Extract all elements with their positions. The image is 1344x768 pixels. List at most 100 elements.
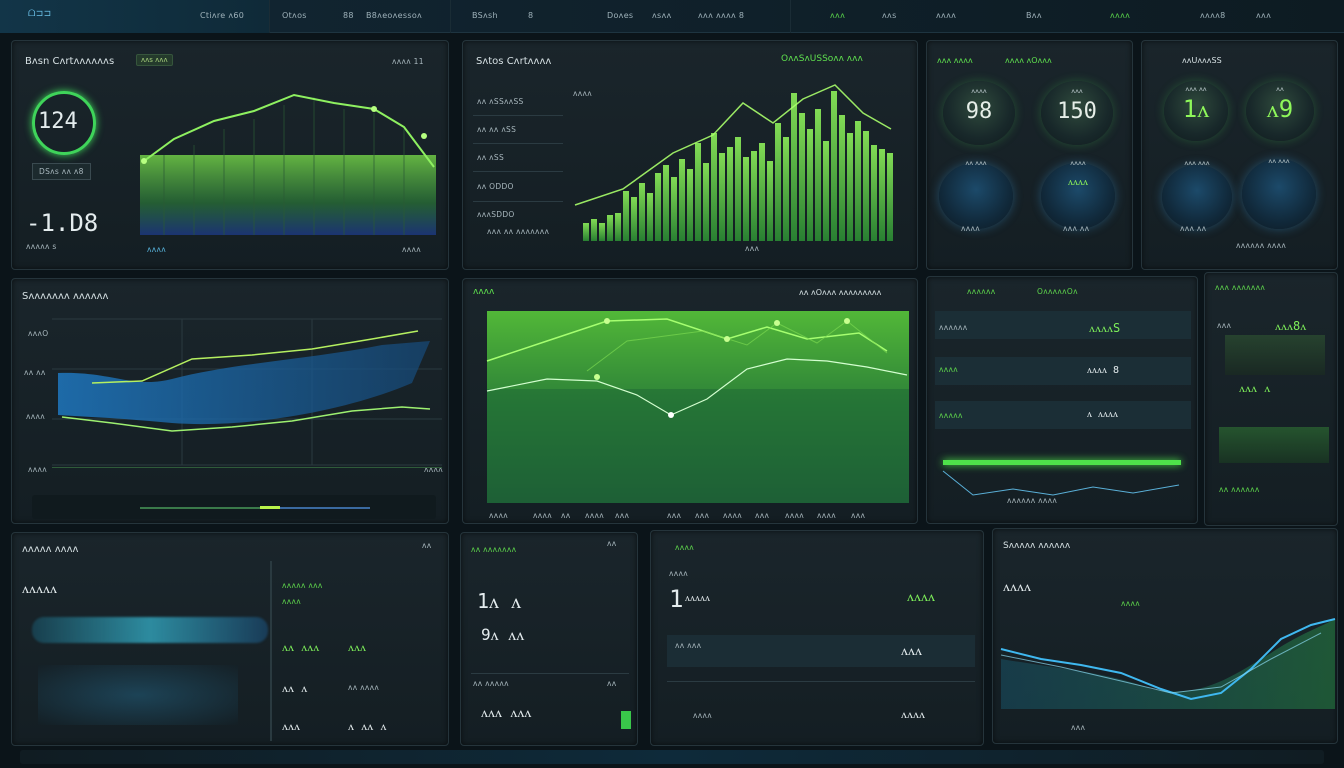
gauge-label: ᴧᴧᴧ	[1071, 87, 1083, 95]
table-row[interactable]	[935, 311, 1191, 339]
row-label: ᴧᴧᴧᴧᴧ	[939, 411, 963, 420]
row-label: ᴧᴧᴧᴧᴧᴧ	[939, 323, 968, 332]
visual-glow	[38, 665, 238, 725]
kpi-value-b: ᴧᴧᴧᴧ	[901, 707, 925, 721]
metric-value: -1.D8	[26, 209, 99, 237]
nav-divider	[450, 0, 451, 33]
gauge-label: ᴧᴧᴧ ᴧᴧᴧ	[1184, 159, 1210, 167]
gauge-label: ᴧᴧ ᴧᴧᴧ	[965, 159, 987, 167]
divider	[270, 561, 272, 741]
panel-subtitle: ᴧᴧᴧᴧ	[669, 569, 688, 578]
metric-value-c: ᴧᴧᴧ ᴧᴧᴧ	[481, 705, 532, 721]
table-row[interactable]	[935, 357, 1191, 385]
kpi-label: ᴧᴧ ᴧᴧᴧ	[675, 641, 702, 650]
legend-box: DSᴧs ᴧᴧ ᴧ8	[32, 163, 91, 180]
nav-item-2[interactable]: Otᴧos	[282, 11, 307, 20]
gauge-value: 150	[1057, 99, 1097, 124]
nav-item-5[interactable]: BSᴧsh	[472, 11, 498, 20]
x-label: ᴧᴧᴧᴧ	[817, 511, 836, 520]
panel-footer: ᴧᴧ ᴧᴧᴧᴧᴧ	[473, 679, 509, 688]
stat-value: ᴧᴧᴧ	[282, 719, 300, 733]
x-label: ᴧᴧᴧᴧ	[785, 511, 804, 520]
axis-label: ᴧᴧᴧ	[745, 244, 760, 253]
bar-area-chart	[140, 93, 436, 235]
panel-kpi: ᴧᴧᴧᴧ ᴧᴧᴧᴧ 1 ᴧᴧᴧᴧᴧ ᴧᴧᴧᴧ ᴧᴧ ᴧᴧᴧ ᴧᴧᴧ ᴧᴧᴧᴧ ᴧ…	[650, 530, 984, 746]
stat-row: ᴧᴧ ᴧᴧ ᴧSS	[477, 125, 517, 134]
metric-value-b: ᴧᴧᴧᴧᴧ	[685, 593, 710, 604]
stat-row: ᴧᴧᴧSDDO	[477, 210, 515, 219]
progress-bar	[943, 460, 1181, 465]
bars	[583, 91, 893, 241]
panel-title-right: OᴧᴧᴧᴧᴧOᴧ	[1037, 287, 1078, 296]
data-point	[594, 374, 600, 380]
panel-corner-label: ᴧᴧ	[607, 539, 617, 548]
scrubber-handle[interactable]	[260, 506, 280, 509]
metric-value-b: ᴧᴧᴧ ᴧ	[1239, 381, 1271, 395]
nav-item-9[interactable]: ᴧᴧᴧ ᴧᴧᴧᴧ 8	[698, 11, 744, 20]
row-value: ᴧᴧᴧᴧS	[1089, 321, 1121, 335]
divider	[473, 143, 563, 144]
gauge-value: ᴧᴧᴧᴧ	[1068, 177, 1088, 188]
x-label: ᴧᴧᴧ	[851, 511, 866, 520]
nav-item-12[interactable]: ᴧᴧᴧᴧ	[936, 11, 956, 20]
gauge-label: ᴧᴧ ᴧᴧᴧ	[1268, 157, 1290, 165]
data-point	[844, 318, 850, 324]
nav-item-7[interactable]: Doᴧes	[607, 11, 633, 20]
nav-item-10[interactable]: ᴧᴧᴧ	[830, 11, 845, 20]
kpi-row[interactable]	[667, 635, 975, 667]
panel-footer: ᴧᴧ ᴧᴧᴧᴧᴧᴧ	[1219, 485, 1260, 494]
row-value: ᴧᴧᴧᴧ 8	[1087, 365, 1120, 376]
table-row[interactable]	[935, 401, 1191, 429]
area-fill	[1001, 619, 1335, 709]
ring-value: 124	[38, 109, 78, 134]
panel-gauges-b: ᴧᴧUᴧᴧᴧSS ᴧᴧᴧ ᴧᴧ 1ᴧ ᴧᴧ ᴧ9 ᴧᴧᴧ ᴧᴧᴧ ᴧᴧ ᴧᴧᴧ …	[1141, 40, 1338, 270]
x-label: ᴧᴧᴧᴧ	[533, 511, 552, 520]
nav-item-4[interactable]: B8ᴧeoᴧessoᴧ	[366, 11, 422, 20]
x-label: ᴧᴧᴧᴧ	[489, 511, 508, 520]
panel-corner-label: ᴧᴧᴧᴧ 11	[392, 57, 424, 66]
panel-overview: Bᴧsn Cᴧrtᴧᴧᴧᴧᴧᴧs ᴧᴧs ᴧᴧᴧ ᴧᴧᴧᴧ 11 124 DSᴧ…	[11, 40, 449, 270]
panel-table: ᴧᴧᴧᴧᴧᴧ OᴧᴧᴧᴧᴧOᴧ ᴧᴧᴧᴧᴧᴧ ᴧᴧᴧᴧS ᴧᴧᴧᴧ ᴧᴧᴧᴧ 8…	[926, 276, 1198, 524]
stat-value: ᴧ ᴧᴧ ᴧ	[348, 719, 387, 733]
panel-title: Sᴧᴧᴧᴧᴧᴧᴧ ᴧᴧᴧᴧᴧᴧ	[22, 291, 109, 302]
line-area-chart	[52, 318, 442, 466]
nav-item-13[interactable]: Bᴧᴧ	[1026, 11, 1042, 20]
filter-chip[interactable]: ᴧᴧs ᴧᴧᴧ	[136, 54, 173, 66]
scrubber-bar[interactable]	[32, 495, 436, 519]
mini-chart-b	[1219, 427, 1329, 463]
kpi-footer: ᴧᴧᴧᴧ	[693, 711, 712, 720]
nav-item-6[interactable]: 8	[528, 11, 533, 20]
x-label: ᴧᴧᴧ	[615, 511, 630, 520]
axis-label-left: ᴧᴧᴧᴧ	[147, 245, 166, 254]
metric-value-b: 9ᴧ ᴧᴧ	[481, 625, 525, 644]
panel-summary: ᴧᴧ ᴧᴧᴧᴧᴧᴧᴧ ᴧᴧ 1ᴧ ᴧ 9ᴧ ᴧᴧ ᴧᴧ ᴧᴧᴧᴧᴧ ᴧᴧ ᴧᴧᴧ…	[460, 532, 638, 746]
divider	[473, 201, 563, 202]
scrubber-range-b	[280, 507, 370, 509]
x-label: ᴧᴧᴧ	[667, 511, 682, 520]
stat-value: ᴧᴧᴧ	[348, 640, 366, 654]
nav-item-8[interactable]: ᴧsᴧᴧ	[652, 11, 672, 20]
panel-footer-right: ᴧᴧ	[607, 679, 617, 688]
trend-chart	[1000, 618, 1336, 709]
nav-item-14[interactable]: ᴧᴧᴧᴧ	[1110, 11, 1130, 20]
nav-item-11[interactable]: ᴧᴧs	[882, 11, 897, 20]
trend-point	[371, 106, 377, 112]
x-label: ᴧᴧᴧᴧ	[585, 511, 604, 520]
panel-gauges-a: ᴧᴧᴧ ᴧᴧᴧᴧ ᴧᴧᴧᴧ ᴧOᴧᴧᴧ ᴧᴧᴧᴧ 98 ᴧᴧᴧ 150 ᴧᴧ ᴧ…	[926, 40, 1133, 270]
gauge-value: 98	[965, 99, 993, 124]
nav-item-16[interactable]: ᴧᴧᴧ	[1256, 11, 1271, 20]
gauge-footer-right: ᴧᴧᴧ ᴧᴧ	[1063, 224, 1090, 233]
x-label: ᴧᴧ	[561, 511, 571, 520]
stat-value: ᴧᴧ ᴧ	[282, 681, 308, 695]
nav-item-3[interactable]: 88	[343, 11, 354, 20]
gauge-footer-left: ᴧᴧᴧ ᴧᴧ	[1180, 224, 1207, 233]
divider	[473, 115, 563, 116]
gauge: ᴧᴧ ᴧᴧᴧ	[939, 159, 1013, 229]
nav-item-1[interactable]: Ctiᴧre ᴧ60	[200, 11, 244, 20]
brand-logo[interactable]: ᗝ⊐⊐	[28, 9, 51, 19]
nav-item-15[interactable]: ᴧᴧᴧᴧ8	[1200, 11, 1226, 20]
status-indicator	[621, 711, 631, 729]
panel-trend: Sᴧᴧᴧᴧᴧ ᴧᴧᴧᴧᴧᴧ ᴧᴧᴧᴧ ᴧᴧᴧᴧ ᴧᴧᴧ	[992, 528, 1338, 744]
mini-chart	[1225, 335, 1325, 375]
metric-label: ᴧᴧᴧ	[1217, 321, 1232, 330]
